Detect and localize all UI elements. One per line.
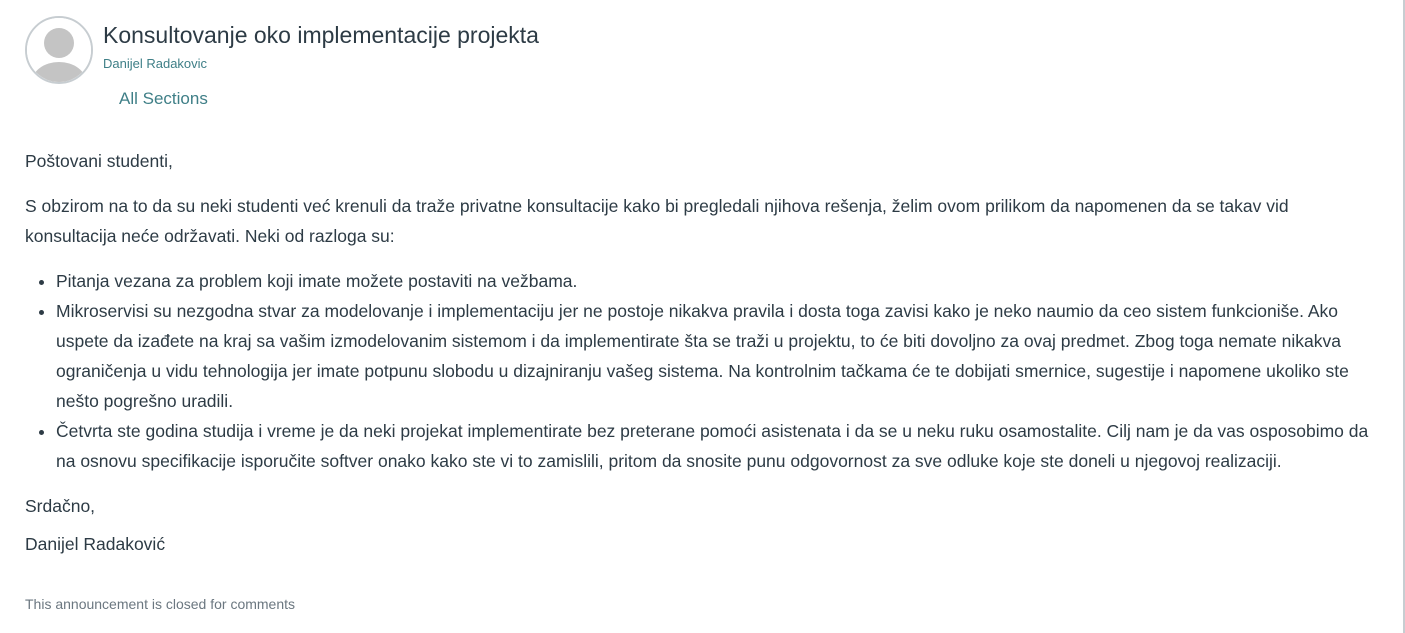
list-item: Četvrta ste godina studija i vreme je da… <box>56 416 1370 476</box>
author-link[interactable]: Danijel Radakovic <box>103 56 207 72</box>
comments-closed-note: This announcement is closed for comments <box>25 596 296 612</box>
message-closing: Srdačno, <box>25 496 96 516</box>
default-user-avatar-icon <box>27 18 91 82</box>
announcement-title: Konsultovanje oko implementacije projekt… <box>103 22 539 48</box>
message-greeting: Poštovani studenti, <box>25 151 173 171</box>
list-item: Pitanja vezana za problem koji imate mož… <box>56 266 1370 296</box>
sections-link[interactable]: All Sections <box>119 89 208 109</box>
announcement-message: Poštovani studenti, S obzirom na to da s… <box>25 146 1370 559</box>
author-avatar[interactable] <box>25 16 93 84</box>
reasons-list: Pitanja vezana za problem koji imate mož… <box>25 266 1370 476</box>
message-intro: S obzirom na to da su neki studenti već … <box>25 196 1289 246</box>
message-signature: Danijel Radaković <box>25 534 166 554</box>
list-item: Mikroservisi su nezgodna stvar za modelo… <box>56 296 1370 416</box>
announcement-header: Konsultovanje oko implementacije projekt… <box>25 16 1365 116</box>
